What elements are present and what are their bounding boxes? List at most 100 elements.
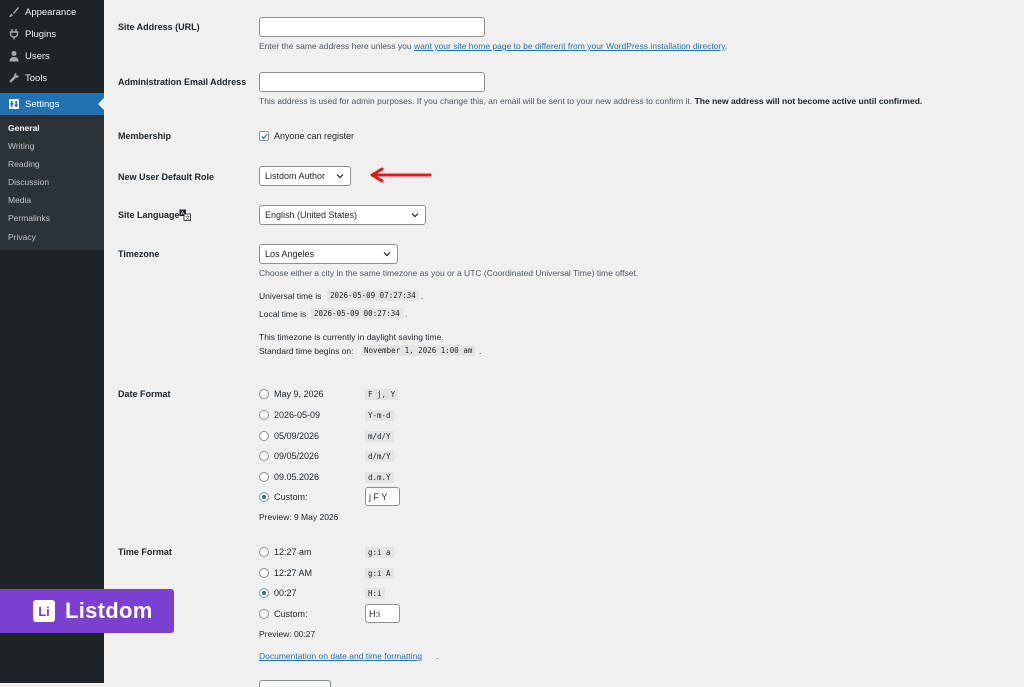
settings-icon [7,97,21,111]
date-format-custom-label: Custom: [274,492,308,502]
menu-label: Settings [25,98,60,110]
date-format-code: F j, Y [365,389,399,400]
timezone-select[interactable]: Los Angeles [259,244,398,264]
date-format-radio[interactable] [259,472,269,482]
time-format-code: g:i A [365,568,394,579]
docs-link-period: . [436,651,439,661]
site-address-help-link[interactable]: want your site home page to be different… [414,41,725,51]
admin-email-input[interactable] [259,72,485,92]
admin-email-label: Administration Email Address [118,77,247,87]
site-address-label: Site Address (URL) [118,22,200,32]
time-format-code: H:i [365,588,385,599]
users-icon [7,49,21,63]
chevron-down-icon [411,213,419,218]
default-role-select[interactable]: Listdom Author [259,166,351,186]
time-format-preview: Preview: 00:27 [259,629,316,639]
site-language-select[interactable]: English (United States) [259,205,426,225]
timezone-label: Timezone [118,249,160,259]
time-format-custom-input[interactable]: H:i [365,604,400,623]
date-format-code: m/d/Y [365,431,394,442]
date-format-custom-input[interactable]: j F Y [365,487,400,506]
listdom-badge: Li Listdom [0,589,174,633]
date-format-custom-radio[interactable] [259,492,269,502]
date-format-option-label: 09.05.2026 [274,472,320,482]
desc-text: This address is used for admin purposes.… [259,96,695,106]
time-format-radio[interactable] [259,568,269,578]
universal-time-period: . [421,291,424,301]
menu-item-plugins[interactable]: Plugins [0,23,104,45]
menu-item-tools[interactable]: Tools [0,67,104,89]
date-format-radio[interactable] [259,431,269,441]
site-address-desc: Enter the same address here unless you w… [259,41,727,51]
date-time-docs-link[interactable]: Documentation on date and time formattin… [259,651,422,661]
submenu-permalinks[interactable]: Permalinks [8,213,50,223]
listdom-brand-name: Listdom [65,598,153,623]
universal-time-value: 2026-05-09 07:27:34 [327,290,419,301]
date-format-option-label: 05/09/2026 [274,431,320,441]
translation-icon: A 文 [179,209,191,221]
settings-submenu: General Writing Reading Discussion Media… [0,115,104,250]
svg-text:文: 文 [185,214,190,221]
check-icon [261,133,268,140]
date-format-option-label: May 9, 2026 [274,389,324,399]
date-format-option-label: 09/05/2026 [274,451,320,461]
menu-item-users[interactable]: Users [0,45,104,67]
local-time-label: Local time is [259,309,307,319]
submenu-reading[interactable]: Reading [8,159,40,169]
date-format-radio[interactable] [259,451,269,461]
anyone-can-register-label: Anyone can register [274,131,355,141]
submenu-writing[interactable]: Writing [8,141,34,151]
date-format-radio[interactable] [259,410,269,420]
time-format-radio[interactable] [259,588,269,598]
universal-time-label: Universal time is [259,291,322,301]
anyone-can-register-checkbox[interactable] [259,131,269,141]
chevron-down-icon [336,174,344,179]
listdom-logo-icon: Li [33,600,55,622]
site-language-value: English (United States) [265,210,358,220]
menu-item-appearance[interactable]: Appearance [0,1,104,23]
date-format-preview: Preview: 9 May 2026 [259,512,339,522]
submenu-privacy[interactable]: Privacy [8,232,36,242]
standard-time-value: November 1, 2026 1:00 am [361,345,476,356]
submenu-general[interactable]: General [8,123,40,133]
save-button[interactable] [259,680,331,687]
desc-bold: The new address will not become active u… [694,96,923,106]
time-format-option-label: 00:27 [274,588,297,598]
time-format-radio[interactable] [259,547,269,557]
time-format-option-label: 12:27 AM [274,568,313,578]
desc-period: . [724,41,728,51]
plug-icon [7,27,21,41]
date-format-label: Date Format [118,389,171,399]
standard-time-label: Standard time begins on: [259,346,354,356]
desc-text: Enter the same address here unless you [259,41,414,51]
site-language-label: Site Language [118,210,180,220]
default-role-value: Listdom Author [265,171,326,181]
wrench-icon [7,71,21,85]
time-format-custom-label: Custom: [274,609,308,619]
time-format-option-label: 12:27 am [274,547,312,557]
date-format-code: d/m/Y [365,451,394,462]
submenu-discussion[interactable]: Discussion [8,177,49,187]
timezone-desc: Choose either a city in the same timezon… [259,268,639,278]
submenu-media[interactable]: Media [8,195,31,205]
default-role-label: New User Default Role [118,172,215,182]
time-format-code: g:i a [365,547,394,558]
time-format-label: Time Format [118,547,172,557]
menu-item-settings[interactable]: Settings [0,93,104,115]
date-format-code: Y-m-d [365,410,394,421]
local-time-period: . [405,309,408,319]
membership-label: Membership [118,131,172,141]
menu-label: Appearance [25,6,77,18]
red-arrow-icon [370,167,432,183]
date-format-code: d.m.Y [365,472,394,483]
date-format-radio[interactable] [259,389,269,399]
site-address-input[interactable] [259,17,485,37]
chevron-down-icon [383,252,391,257]
admin-sidebar: Appearance Plugins Users Tools Settings … [0,0,104,683]
time-format-custom-radio[interactable] [259,609,269,619]
menu-label: Users [25,50,50,62]
local-time-value: 2026-05-09 00:27:34 [311,308,403,319]
dst-notice: This timezone is currently in daylight s… [259,332,444,342]
menu-label: Plugins [25,28,57,40]
standard-time-period: . [479,346,482,356]
